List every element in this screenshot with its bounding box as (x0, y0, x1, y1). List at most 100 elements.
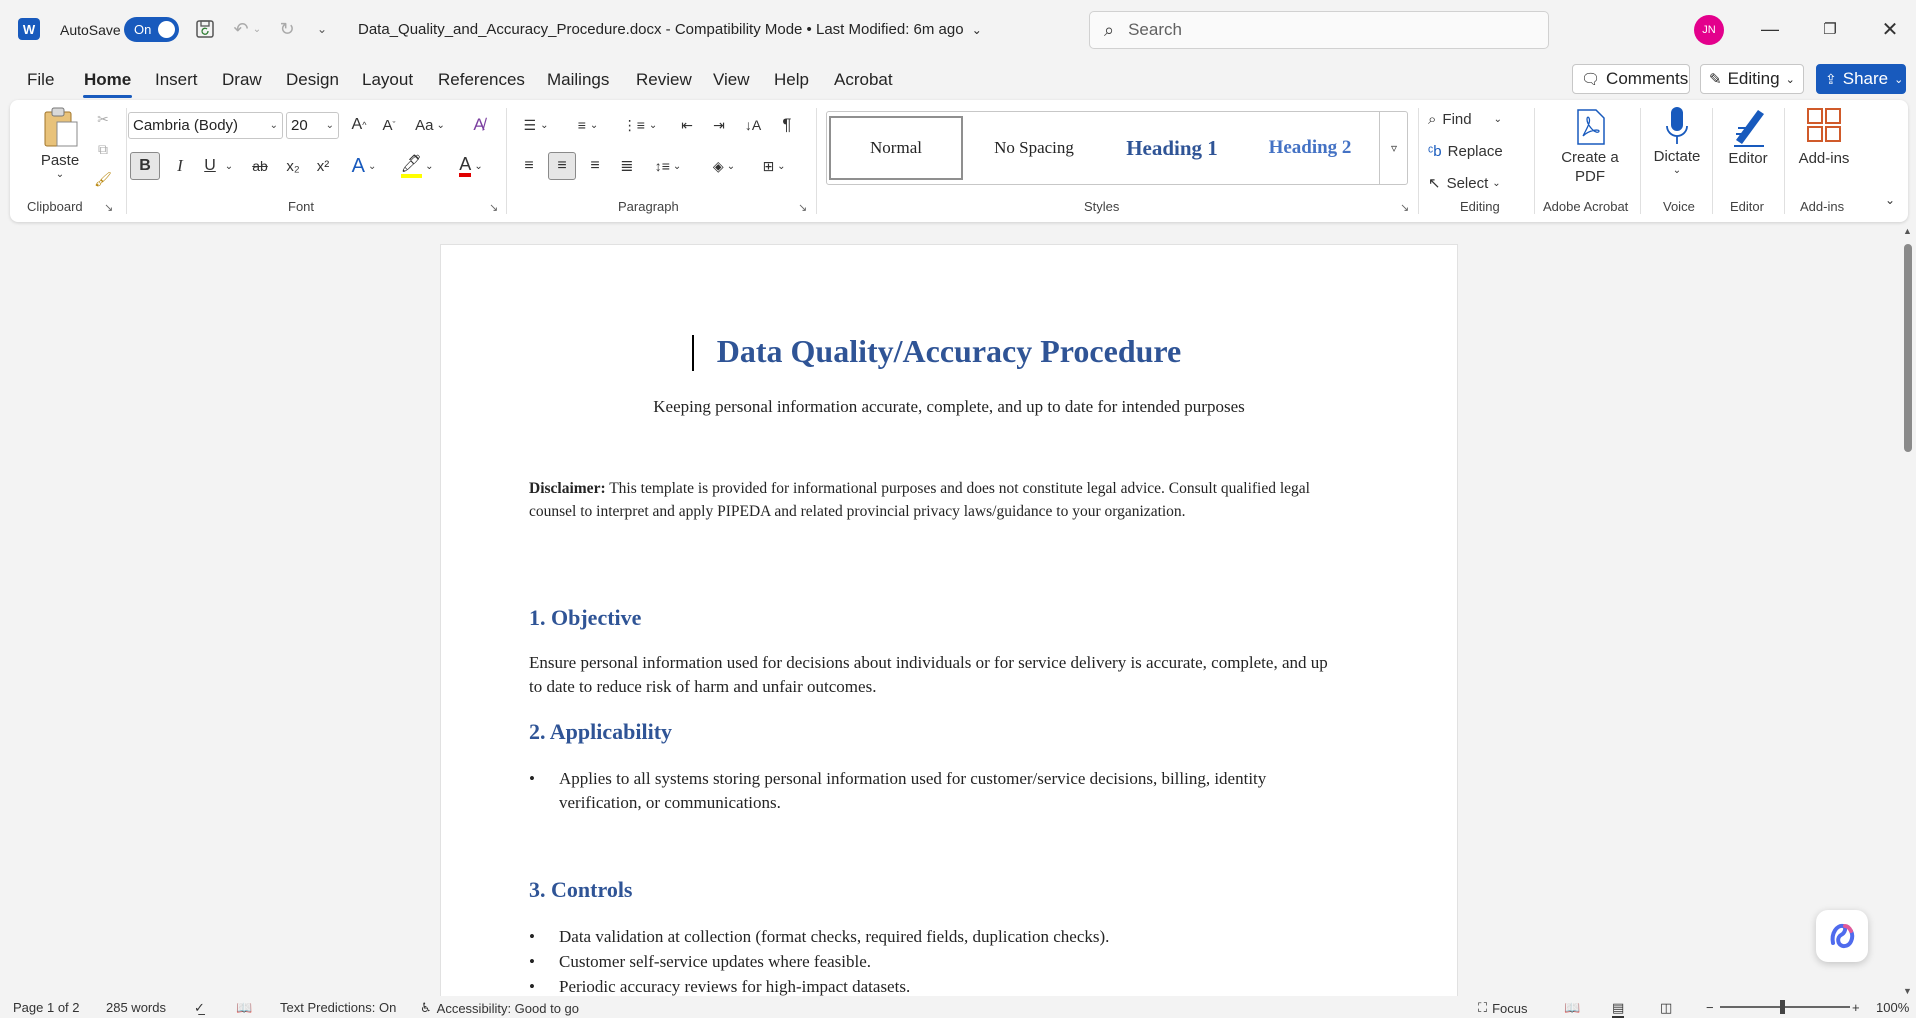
minimize-icon[interactable]: — (1750, 12, 1790, 46)
scroll-down-icon[interactable]: ▼ (1903, 986, 1912, 996)
editor-button[interactable]: Editor (1716, 104, 1780, 167)
tab-acrobat[interactable]: Acrobat (834, 70, 893, 90)
addins-button[interactable]: Add-ins (1788, 106, 1860, 167)
proofing-icon[interactable]: ✓̲ (194, 1000, 205, 1016)
clear-formatting-icon[interactable]: A̸ (466, 112, 492, 138)
subscript-button[interactable]: x₂ (280, 152, 306, 180)
document-title-heading[interactable]: Data Quality/Accuracy Procedure (441, 333, 1457, 370)
font-size-select[interactable]: 20 ⌄ (286, 112, 339, 139)
tab-insert[interactable]: Insert (155, 70, 198, 90)
underline-button[interactable]: U (198, 152, 222, 180)
format-painter-icon[interactable]: 🖌 (92, 168, 114, 190)
scroll-up-icon[interactable]: ▲ (1903, 226, 1912, 236)
tab-view[interactable]: View (713, 70, 750, 90)
paste-button[interactable]: Paste ⌄ (30, 106, 90, 180)
paragraph-launcher-icon[interactable]: ↘ (798, 201, 807, 214)
chevron-down-icon[interactable]: ⌄ (222, 152, 236, 180)
clipboard-launcher-icon[interactable]: ↘ (104, 201, 113, 214)
zoom-slider-thumb[interactable] (1780, 1000, 1785, 1014)
shading-icon[interactable]: ◈ ⌄ (704, 152, 744, 180)
section-heading-applicability[interactable]: 2. Applicability (529, 719, 672, 745)
tab-draw[interactable]: Draw (222, 70, 262, 90)
styles-more-icon[interactable]: ▿ (1379, 111, 1408, 185)
read-mode-icon[interactable]: 📖 (1564, 1000, 1580, 1016)
page-count[interactable]: Page 1 of 2 (13, 1000, 80, 1015)
undo-dropdown-icon[interactable]: ⌄ (250, 16, 264, 42)
grow-font-icon[interactable]: A ^ (346, 112, 372, 138)
tab-home[interactable]: Home (82, 70, 133, 98)
customize-toolbar-icon[interactable]: ⌄ (309, 16, 335, 42)
autosave-toggle[interactable]: On (124, 17, 179, 42)
book-icon[interactable]: 📖 (236, 1000, 252, 1016)
dictate-button[interactable]: Dictate ⌄ (1646, 104, 1708, 176)
section-heading-objective[interactable]: 1. Objective (529, 605, 641, 631)
section-heading-controls[interactable]: 3. Controls (529, 877, 633, 903)
multilevel-list-icon[interactable]: ⋮≡ ⌄ (620, 112, 660, 138)
tab-layout[interactable]: Layout (362, 70, 413, 90)
styles-launcher-icon[interactable]: ↘ (1400, 201, 1409, 214)
style-no-spacing[interactable]: No Spacing (967, 116, 1101, 180)
align-center-icon[interactable]: ≡ (548, 152, 576, 180)
list-item[interactable]: Data validation at collection (format ch… (529, 925, 1329, 949)
style-heading-1[interactable]: Heading 1 (1105, 116, 1239, 180)
objective-paragraph[interactable]: Ensure personal information used for dec… (529, 651, 1329, 699)
copy-icon[interactable]: ⧉ (92, 138, 114, 160)
comments-button[interactable]: 🗨 Comments (1572, 64, 1690, 94)
cut-icon[interactable]: ✂ (92, 108, 114, 130)
numbering-icon[interactable]: ≡ ⌄ (568, 112, 608, 138)
create-pdf-button[interactable]: Create a PDF (1544, 108, 1636, 186)
collapse-ribbon-icon[interactable]: ⌄ (1880, 190, 1900, 210)
zoom-out-icon[interactable]: − (1706, 1000, 1714, 1015)
increase-indent-icon[interactable]: ⇥ (706, 112, 732, 138)
save-icon[interactable] (192, 16, 218, 42)
line-spacing-icon[interactable]: ↕≡ ⌄ (648, 152, 688, 180)
list-item[interactable]: Customer self-service updates where feas… (529, 950, 1329, 974)
restore-icon[interactable]: ❐ (1810, 12, 1850, 46)
accessibility-status[interactable]: ♿ Accessibility: Good to go (420, 1000, 579, 1016)
scrollbar-thumb[interactable] (1904, 244, 1912, 452)
document-title[interactable]: Data_Quality_and_Accuracy_Procedure.docx… (358, 21, 982, 38)
superscript-button[interactable]: x² (310, 152, 336, 180)
change-case-button[interactable]: Aa ⌄ (410, 112, 450, 138)
style-normal[interactable]: Normal (829, 116, 963, 180)
vertical-scrollbar[interactable]: ▲ ▼ (1900, 226, 1916, 996)
font-color-icon[interactable]: A ⌄ (450, 152, 492, 180)
print-layout-icon[interactable]: ▤ (1612, 1000, 1625, 1018)
find-button[interactable]: ⌕ Find ⌄ (1428, 106, 1502, 132)
sort-icon[interactable]: ↓A (740, 112, 766, 138)
tab-mailings[interactable]: Mailings (547, 70, 609, 90)
tab-references[interactable]: References (438, 70, 525, 90)
align-right-icon[interactable]: ≡ (582, 152, 608, 180)
redo-icon[interactable]: ↻ (274, 16, 300, 42)
avatar[interactable]: JN (1694, 15, 1724, 45)
bullets-icon[interactable]: ☰ ⌄ (516, 112, 556, 138)
zoom-level[interactable]: 100% (1876, 1000, 1909, 1015)
decrease-indent-icon[interactable]: ⇤ (674, 112, 700, 138)
close-icon[interactable]: ✕ (1870, 12, 1910, 46)
style-heading-2[interactable]: Heading 2 (1243, 116, 1377, 180)
show-formatting-icon[interactable]: ¶ (774, 112, 800, 138)
document-subtitle[interactable]: Keeping personal information accurate, c… (441, 397, 1457, 417)
replace-button[interactable]: ᶜb Replace (1428, 138, 1503, 164)
zoom-in-icon[interactable]: + (1852, 1000, 1860, 1015)
bold-button[interactable]: B (130, 152, 160, 180)
strikethrough-button[interactable]: ab (246, 152, 274, 180)
web-layout-icon[interactable]: ◫ (1660, 1000, 1672, 1016)
document-page[interactable]: Data Quality/Accuracy Procedure Keeping … (440, 244, 1458, 1004)
font-launcher-icon[interactable]: ↘ (489, 201, 498, 214)
disclaimer-paragraph[interactable]: Disclaimer: This template is provided fo… (529, 477, 1329, 523)
shrink-font-icon[interactable]: Aˇ (376, 112, 402, 138)
tab-file[interactable]: File (27, 70, 54, 90)
highlight-color-icon[interactable]: 🖊 ⌄ (396, 152, 438, 180)
editing-mode-button[interactable]: ✎ Editing ⌄ (1700, 64, 1804, 94)
text-predictions-status[interactable]: Text Predictions: On (280, 1000, 396, 1015)
align-left-icon[interactable]: ≡ (516, 152, 542, 180)
word-count[interactable]: 285 words (106, 1000, 166, 1015)
focus-button[interactable]: ⛶ Focus (1478, 1000, 1528, 1016)
tab-design[interactable]: Design (286, 70, 339, 90)
select-button[interactable]: ↖ Select ⌄ (1428, 170, 1501, 196)
copilot-button[interactable] (1816, 910, 1868, 962)
borders-icon[interactable]: ⊞ ⌄ (754, 152, 794, 180)
font-name-select[interactable]: Cambria (Body) ⌄ (128, 112, 283, 139)
list-item[interactable]: Applies to all systems storing personal … (529, 767, 1329, 815)
